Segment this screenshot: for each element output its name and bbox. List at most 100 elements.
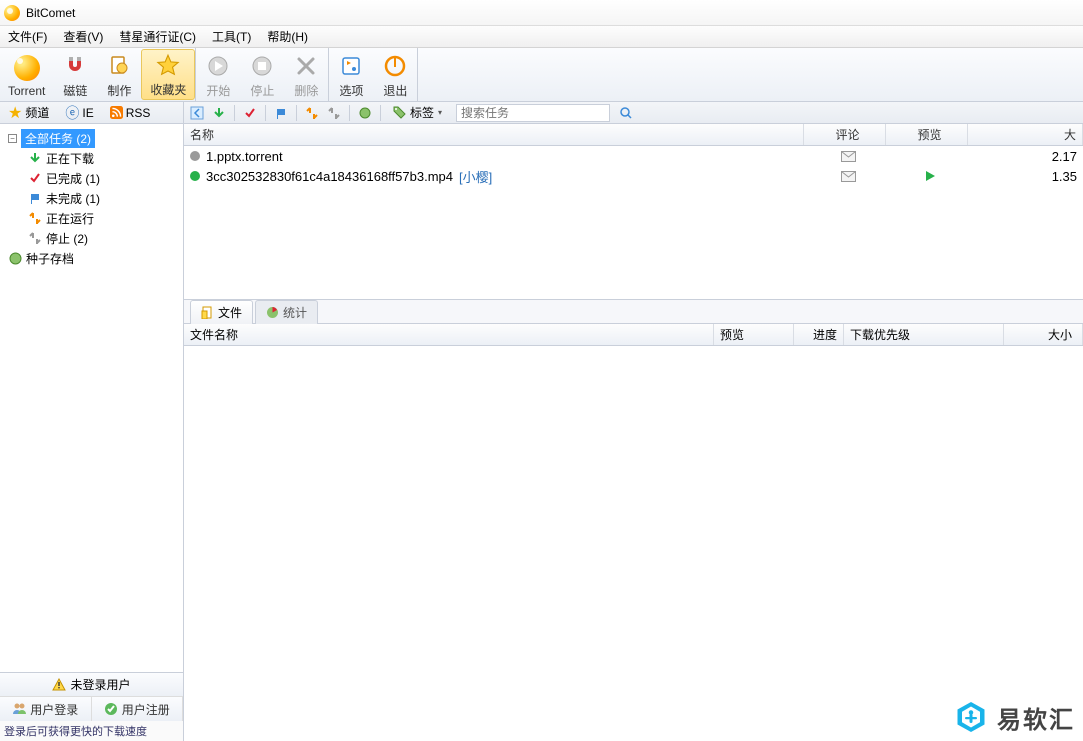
star-icon: ★ — [8, 103, 22, 123]
tree-toggle-icon[interactable]: − — [8, 134, 17, 143]
tree-incomplete-label: 未完成 (1) — [46, 190, 100, 207]
toolbar-stop[interactable]: 停止 — [240, 48, 284, 101]
toolbar-delete[interactable]: 删除 — [284, 48, 328, 101]
table-row[interactable]: 3cc302532830f61c4a18436168ff57b3.mp4 [小樱… — [184, 166, 1083, 186]
main-area: ★ 频道 ⓔ IE RSS − 全部任务 (2) 正在下载 — [0, 102, 1083, 741]
stats-icon — [266, 306, 279, 319]
dcol-progress[interactable]: 进度 — [794, 324, 844, 345]
tree-all-tasks[interactable]: − 全部任务 (2) — [0, 128, 183, 148]
side-tab-channel-label: 频道 — [25, 104, 49, 121]
side-tab-ie-label: IE — [82, 106, 93, 120]
watermark-text: 易软汇 — [997, 700, 1075, 735]
menu-help[interactable]: 帮助(H) — [263, 26, 312, 47]
user-register-label: 用户注册 — [122, 701, 170, 718]
tree-incomplete[interactable]: 未完成 (1) — [0, 188, 183, 208]
delete-icon — [292, 52, 320, 80]
options-icon — [337, 52, 365, 80]
task-name: 1.pptx.torrent — [206, 149, 283, 164]
magnet-icon — [61, 52, 89, 80]
menu-passport[interactable]: 彗星通行证(C) — [115, 26, 200, 47]
ab-seed-icon[interactable] — [356, 104, 374, 122]
col-comment[interactable]: 评论 — [804, 124, 886, 145]
user-register-button[interactable]: 用户注册 — [92, 697, 184, 721]
toolbar-magnet[interactable]: 磁链 — [53, 48, 97, 101]
tree-stopped-label: 停止 (2) — [46, 230, 88, 247]
tag-icon — [393, 106, 406, 119]
toolbar-options[interactable]: 选项 — [329, 48, 373, 101]
tree-seed-archive[interactable]: 种子存档 — [0, 248, 183, 268]
toolbar-stop-label: 停止 — [250, 82, 274, 99]
task-tag[interactable]: [小樱] — [459, 167, 492, 186]
user-login-button[interactable]: 用户登录 — [0, 697, 92, 721]
ab-tag-button[interactable]: 标签 ▾ — [387, 104, 448, 122]
toolbar-favorite-label: 收藏夹 — [150, 81, 186, 98]
action-bar: 标签 ▾ — [184, 102, 1083, 124]
dcol-filename[interactable]: 文件名称 — [184, 324, 714, 345]
toolbar-torrent[interactable]: Torrent — [0, 48, 53, 101]
table-row[interactable]: 1.pptx.torrent 2.17 — [184, 146, 1083, 166]
mail-icon[interactable] — [841, 151, 856, 162]
menu-file[interactable]: 文件(F) — [4, 26, 51, 47]
ab-flag-icon[interactable] — [272, 104, 290, 122]
detail-body — [184, 346, 1083, 741]
torrent-icon — [13, 54, 41, 82]
menu-view[interactable]: 查看(V) — [59, 26, 107, 47]
app-icon — [4, 5, 20, 21]
mail-icon[interactable] — [841, 171, 856, 182]
toolbar-favorite[interactable]: 收藏夹 — [141, 49, 195, 100]
dcol-preview[interactable]: 预览 — [714, 324, 794, 345]
task-tree: − 全部任务 (2) 正在下载 已完成 (1) 未完成 (1) 正在运行 — [0, 124, 183, 672]
dcol-size[interactable]: 大小 — [1004, 324, 1083, 345]
toolbar-start[interactable]: 开始 — [196, 48, 240, 101]
ab-check-icon[interactable] — [241, 104, 259, 122]
tree-downloading-label: 正在下载 — [46, 150, 94, 167]
flag-icon — [28, 191, 42, 205]
ab-down-arrow-icon[interactable] — [210, 104, 228, 122]
tab-files[interactable]: 文件 — [190, 300, 253, 324]
toolbar-make[interactable]: 制作 — [97, 48, 141, 101]
task-header-row: 名称 评论 预览 大 — [184, 124, 1083, 146]
main-toolbar: Torrent 磁链 制作 收藏夹 开始 停止 — [0, 48, 1083, 102]
tree-completed[interactable]: 已完成 (1) — [0, 168, 183, 188]
tree-running[interactable]: 正在运行 — [0, 208, 183, 228]
side-tab-ie[interactable]: ⓔ IE — [59, 101, 99, 125]
tree-stopped[interactable]: 停止 (2) — [0, 228, 183, 248]
search-icon[interactable] — [616, 107, 636, 119]
task-name: 3cc302532830f61c4a18436168ff57b3.mp4 — [206, 169, 453, 184]
title-bar: BitComet — [0, 0, 1083, 26]
side-tab-channel[interactable]: ★ 频道 — [2, 101, 55, 125]
ab-collapse-left-icon[interactable] — [188, 104, 206, 122]
tree-all-tasks-label: 全部任务 (2) — [21, 129, 95, 148]
login-status-label: 未登录用户 — [70, 676, 130, 693]
tab-stats[interactable]: 统计 — [255, 300, 318, 324]
col-name[interactable]: 名称 — [184, 124, 804, 145]
side-tab-rss[interactable]: RSS — [104, 104, 157, 122]
files-icon — [201, 306, 214, 319]
toolbar-exit[interactable]: 退出 — [373, 48, 417, 101]
menu-tools[interactable]: 工具(T) — [208, 26, 255, 47]
login-header: 未登录用户 — [0, 673, 183, 697]
tab-files-label: 文件 — [218, 304, 242, 321]
dcol-priority[interactable]: 下载优先级 — [844, 324, 1004, 345]
exit-icon — [381, 52, 409, 80]
search-box[interactable] — [456, 104, 610, 122]
side-tab-rss-label: RSS — [126, 106, 151, 120]
rss-icon — [110, 106, 123, 119]
tree-completed-label: 已完成 (1) — [46, 170, 100, 187]
watermark: 易软汇 — [953, 699, 1075, 735]
ab-stopped-icon[interactable] — [325, 104, 343, 122]
tree-running-label: 正在运行 — [46, 210, 94, 227]
col-preview[interactable]: 预览 — [886, 124, 968, 145]
archive-icon — [8, 251, 22, 265]
toolbar-options-label: 选项 — [339, 82, 363, 99]
toolbar-delete-label: 删除 — [294, 82, 318, 99]
play-icon[interactable] — [924, 170, 936, 182]
ab-tag-label: 标签 — [410, 104, 434, 121]
down-arrow-icon — [28, 151, 42, 165]
col-size[interactable]: 大 — [968, 124, 1083, 145]
tree-downloading[interactable]: 正在下载 — [0, 148, 183, 168]
stop-icon — [248, 52, 276, 80]
ab-running-icon[interactable] — [303, 104, 321, 122]
register-icon — [104, 702, 118, 716]
search-input[interactable] — [457, 106, 616, 120]
